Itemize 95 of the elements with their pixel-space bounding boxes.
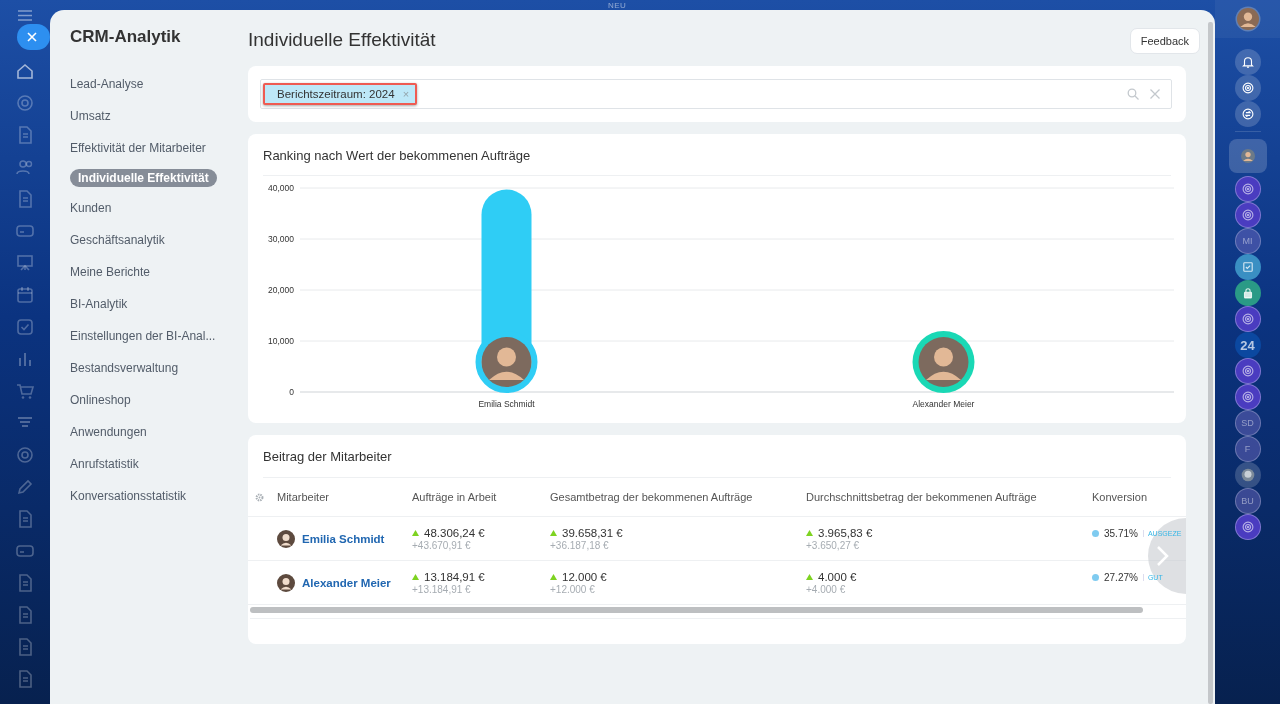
axis-label: 40,000 xyxy=(268,183,294,193)
user-avatar[interactable] xyxy=(1234,6,1261,32)
up-triangle-icon xyxy=(806,529,813,536)
cart-icon[interactable] xyxy=(15,381,35,401)
conversion-value: 35.71% xyxy=(1104,528,1138,539)
target-icon[interactable] xyxy=(1234,202,1261,228)
sidebar-item[interactable]: Bestandsverwaltung xyxy=(70,359,179,377)
scrollbar[interactable] xyxy=(250,607,1143,613)
chat-avatar[interactable] xyxy=(1228,139,1267,173)
amount: 12.000 € xyxy=(550,570,607,583)
amount: 4.000 € xyxy=(806,570,857,583)
sidebar-item[interactable]: Anwendungen xyxy=(70,423,147,441)
amount: 13.184,91 € xyxy=(412,570,485,583)
amount-change: +43.670,91 € xyxy=(412,539,472,551)
status-dot xyxy=(1092,530,1099,537)
sidebar-item[interactable]: BI-Analytik xyxy=(70,295,128,313)
conversion-value: 27.27% xyxy=(1104,572,1138,583)
scrollbar[interactable] xyxy=(1208,22,1213,704)
column-header[interactable]: Aufträge in Arbeit xyxy=(412,478,497,516)
sidebar-item[interactable]: Effektivität der Mitarbeiter xyxy=(70,139,206,157)
users-icon[interactable] xyxy=(15,157,35,177)
bell-icon[interactable] xyxy=(1234,49,1261,75)
column-header[interactable]: Mitarbeiter xyxy=(277,478,329,516)
sidebar-item[interactable]: Kunden xyxy=(70,199,112,217)
chevron-right-icon xyxy=(1156,545,1170,567)
pen-icon[interactable] xyxy=(15,477,35,497)
employee-link[interactable]: Alexander Meier xyxy=(302,576,391,589)
new-label: NEU xyxy=(608,1,627,10)
avatar xyxy=(277,529,295,548)
status-dot xyxy=(1092,574,1099,581)
close-icon xyxy=(27,32,37,42)
close-icon[interactable] xyxy=(1149,88,1161,100)
feedback-button[interactable]: Feedback xyxy=(1129,28,1200,54)
sidebar-item[interactable]: Umsatz xyxy=(70,107,111,125)
lock-icon[interactable] xyxy=(1234,280,1261,306)
sidebar-item[interactable]: Einstellungen der BI-Anal... xyxy=(70,327,216,345)
card-title: Ranking nach Wert der bekommenen Aufträge xyxy=(263,134,1171,176)
target-icon[interactable] xyxy=(1234,306,1261,332)
target-icon[interactable] xyxy=(1234,514,1261,540)
filter-chip[interactable]: Berichtszeitraum: 2024 × xyxy=(263,83,418,105)
search-icon[interactable] xyxy=(1127,88,1139,100)
target-icon[interactable] xyxy=(1234,176,1261,202)
amount: 3.965,83 € xyxy=(806,526,873,539)
up-triangle-icon xyxy=(550,529,557,536)
up-triangle-icon xyxy=(412,573,419,580)
sidebar-item[interactable]: Konversationsstatistik xyxy=(70,487,187,505)
amount-change: +3.650,27 € xyxy=(806,539,861,551)
employee-link[interactable]: Emilia Schmidt xyxy=(302,532,385,545)
up-triangle-icon xyxy=(412,529,419,536)
axis-label: 0 xyxy=(289,387,294,397)
chip-label: Berichtszeitraum: 2024 xyxy=(277,88,395,100)
amount-change: +36.187,18 € xyxy=(550,539,610,551)
avatar xyxy=(481,337,532,387)
avatar xyxy=(1240,149,1255,163)
sidebar-item[interactable]: Individuelle Effektivität xyxy=(70,169,217,187)
checkbox-icon[interactable] xyxy=(1234,254,1261,280)
sidebar-item[interactable]: Lead-Analyse xyxy=(70,75,144,93)
target-icon[interactable] xyxy=(1234,75,1261,101)
axis-label: Emilia Schmidt xyxy=(478,399,535,409)
card-title: Beitrag der Mitarbeiter xyxy=(263,435,1171,478)
chat-avatar[interactable]: 24 xyxy=(1234,332,1261,358)
target-icon[interactable] xyxy=(1234,384,1261,410)
home-icon[interactable] xyxy=(15,61,35,81)
column-header[interactable]: Gesamtbetrag der bekommenen Aufträge xyxy=(550,478,753,516)
calendar-icon[interactable] xyxy=(15,285,35,305)
up-triangle-icon xyxy=(806,573,813,580)
target-icon[interactable] xyxy=(1234,358,1261,384)
axis-label: 10,000 xyxy=(268,336,294,346)
axis-label: 30,000 xyxy=(268,234,294,244)
check-icon[interactable] xyxy=(15,317,35,337)
amount-change: +12.000 € xyxy=(550,583,596,595)
close-button[interactable] xyxy=(17,24,50,50)
presentation-icon[interactable] xyxy=(15,253,35,273)
avatar xyxy=(277,573,295,592)
avatar xyxy=(1236,8,1259,30)
search-field[interactable]: Berichtszeitraum: 2024 × xyxy=(260,79,1172,109)
sidebar-item[interactable]: Meine Berichte xyxy=(70,263,151,281)
axis-label: Alexander Meier xyxy=(912,399,975,409)
column-header[interactable]: Konversion xyxy=(1092,478,1148,516)
amount-change: +4.000 € xyxy=(806,583,847,595)
settings-icon[interactable] xyxy=(254,491,265,503)
amount-change: +13.184,91 € xyxy=(412,583,472,595)
sidebar-item[interactable]: Anrufstatistik xyxy=(70,455,139,473)
amount: 39.658,31 € xyxy=(550,526,623,539)
chat-avatar[interactable] xyxy=(1234,462,1261,488)
column-header[interactable]: Durchschnittsbetrag der bekommenen Aufträge xyxy=(806,478,1037,516)
up-triangle-icon xyxy=(550,573,557,580)
amount: 48.306,24 € xyxy=(412,526,485,539)
menu-icon[interactable] xyxy=(18,10,32,21)
sidebar-title: CRM-Analytik xyxy=(70,27,182,47)
sidebar-item[interactable]: Onlineshop xyxy=(70,391,131,409)
chat-icon[interactable] xyxy=(1234,101,1261,127)
sidebar-item[interactable]: Geschäftsanalytik xyxy=(70,231,165,249)
axis-label: 20,000 xyxy=(268,285,294,295)
page-title: Individuelle Effektivität xyxy=(248,29,436,51)
